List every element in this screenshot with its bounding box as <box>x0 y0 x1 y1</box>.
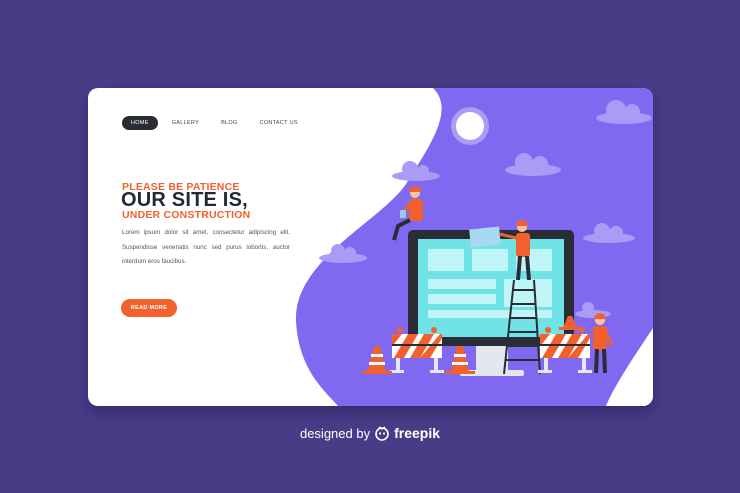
designed-by-text: designed by <box>299 425 371 441</box>
landing-card: HOME GALLERY BLOG CONTACT US PLEASE BE P… <box>88 88 653 406</box>
nav-contact-us[interactable]: CONTACT US <box>252 116 306 130</box>
main-nav: HOME GALLERY BLOG CONTACT US <box>122 116 306 130</box>
nav-gallery[interactable]: GALLERY <box>164 116 207 130</box>
hero-description: Lorem ipsum dolor sit amet, consectetur … <box>122 229 290 265</box>
freepik-logo-icon <box>375 426 389 441</box>
attribution-footer: designed by freepik <box>0 425 740 441</box>
freepik-brand[interactable]: freepik <box>394 425 440 441</box>
nav-home[interactable]: HOME <box>122 116 158 130</box>
screen-panel <box>469 226 501 248</box>
nav-blog[interactable]: BLOG <box>213 116 245 130</box>
sun-icon <box>451 107 489 145</box>
hero-tagline: UNDER CONSTRUCTION <box>122 209 251 221</box>
read-more-button[interactable]: READ MORE <box>121 299 177 317</box>
